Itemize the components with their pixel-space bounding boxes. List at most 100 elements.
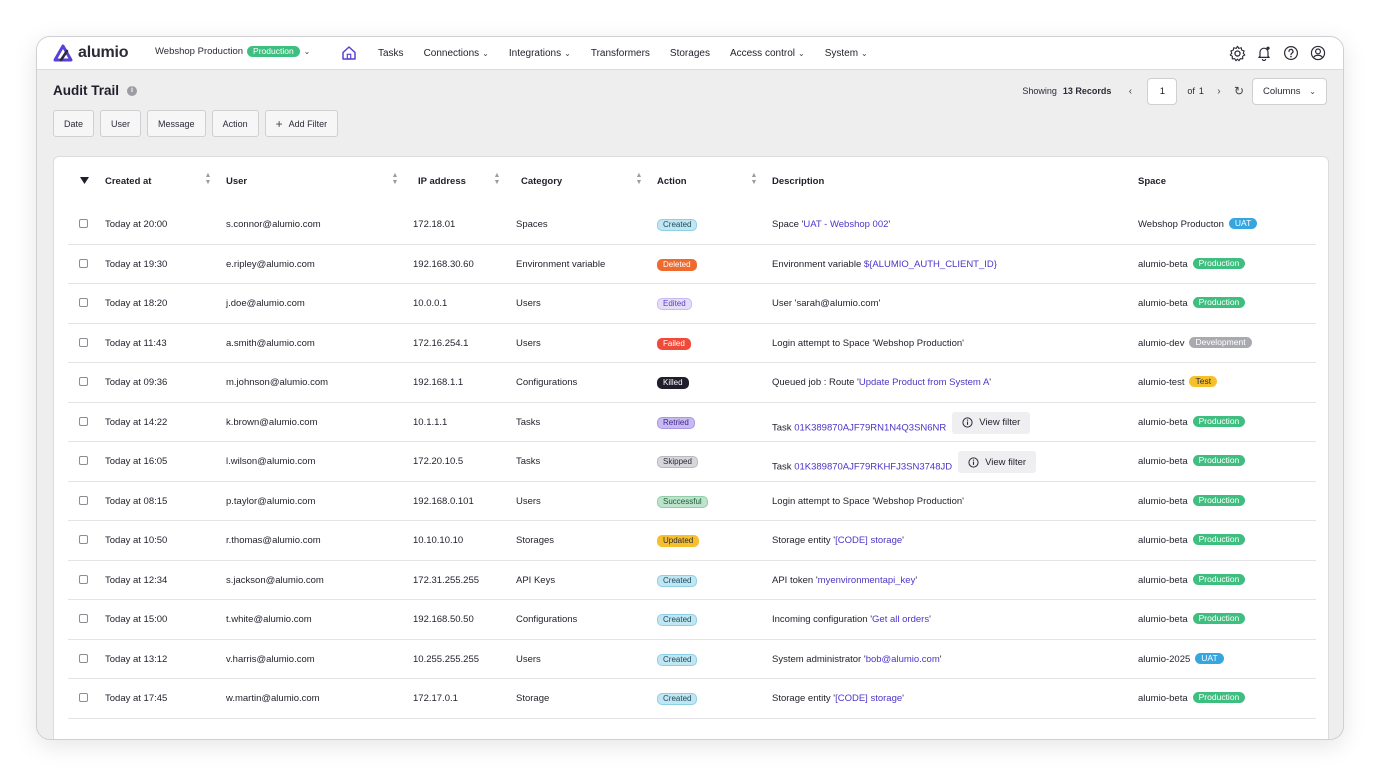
nav-item-transformers[interactable]: Transformers — [591, 48, 650, 59]
bell-icon[interactable] — [1255, 44, 1273, 62]
nav-item-storages[interactable]: Storages — [670, 48, 710, 59]
space-cell: alumio-2025 UAT — [1138, 652, 1224, 665]
main-nav: Tasks Connections ⌄ Integrations ⌄ Transforme… — [378, 37, 888, 70]
row-checkbox[interactable] — [79, 456, 88, 465]
description-text: ' — [902, 693, 904, 704]
description-link[interactable]: 01K389870AJF79RN1N4Q3SN6NR — [794, 422, 946, 433]
description-text: ' — [939, 653, 942, 665]
description-link[interactable]: Update Product from System A — [859, 377, 989, 388]
row-checkbox[interactable] — [79, 337, 88, 347]
nav-item-connections[interactable]: Connections ⌄ — [424, 48, 489, 59]
filter-message-button[interactable]: Message — [147, 110, 206, 137]
row-checkbox[interactable] — [79, 298, 88, 307]
filter-action-button[interactable]: Action — [211, 110, 259, 137]
previous-page-icon[interactable]: ‹ — [1123, 86, 1137, 97]
table-row[interactable]: Today at 13:12 v.harris@alumio.com 10.255.… — [68, 640, 1316, 679]
alumio-logo[interactable]: alumio — [53, 44, 129, 62]
space-badge: UAT — [1195, 652, 1224, 664]
row-checkbox[interactable] — [79, 653, 88, 663]
action-badge: Killed — [657, 377, 689, 389]
action-badge: Created — [657, 614, 698, 626]
table-row[interactable]: Today at 08:15 p.taylor@alumio.com 192.168… — [68, 482, 1316, 521]
action-badge: Successful — [657, 495, 708, 508]
description-link[interactable]: ${ALUMIO_AUTH_CLIENT_ID} — [864, 259, 997, 270]
records-count: 13 Records — [1062, 86, 1112, 96]
sort-icon[interactable]: ▲ ▼ — [634, 172, 644, 186]
table-row[interactable]: Today at 20:00 s.connor@alumio.com 172.18.… — [68, 205, 1316, 245]
user-icon[interactable] — [1309, 44, 1327, 62]
nav-item-system[interactable]: System ⌄ — [825, 48, 868, 59]
row-checkbox[interactable] — [79, 535, 88, 544]
description-link[interactable]: bob@alumio.com — [866, 654, 940, 665]
table-row[interactable]: Today at 19:30 e.ripley@alumio.com 192.168… — [68, 245, 1316, 284]
row-checkbox[interactable] — [79, 416, 88, 426]
table-row[interactable]: Today at 16:05 l.wilson@alumio.com 172.20.… — [68, 442, 1316, 482]
table-row[interactable]: Today at 09:36 m.johnson@alumio.com 192.16… — [68, 363, 1316, 403]
row-checkbox[interactable] — [79, 614, 88, 623]
space-badge: Production — [1192, 692, 1246, 703]
columns-dropdown[interactable]: Columns ⌄ — [1252, 77, 1327, 105]
view-filter-button[interactable]: View filter — [952, 411, 1031, 434]
description-link[interactable]: UAT - Webshop 002 — [803, 219, 888, 230]
next-page-icon[interactable]: › — [1212, 86, 1226, 97]
settings-icon[interactable] — [1228, 44, 1246, 62]
filter-date-button[interactable]: Date — [53, 110, 95, 137]
description-link[interactable]: [CODE] storage — [835, 693, 902, 704]
space-badge: Production — [1192, 613, 1246, 624]
description-link[interactable]: myenvironmentapi_key — [818, 575, 916, 586]
header-category[interactable]: Category — [521, 176, 562, 187]
row-checkbox[interactable] — [79, 495, 88, 505]
sort-icon[interactable]: ▲ ▼ — [203, 172, 213, 186]
table-row[interactable]: Today at 15:00 t.white@alumio.com 192.168.… — [68, 600, 1316, 640]
table-row[interactable]: Today at 14:22 k.brown@alumio.com 10.1.1.1… — [68, 403, 1316, 442]
row-checkbox[interactable] — [79, 219, 88, 228]
home-button[interactable] — [341, 45, 357, 66]
sort-icon[interactable]: ▲ ▼ — [492, 172, 502, 186]
environment-selector[interactable]: Webshop Production Production ⌄ — [155, 46, 310, 57]
collapse-all-icon[interactable] — [80, 177, 89, 184]
row-checkbox[interactable] — [79, 377, 88, 386]
space-badge: Development — [1189, 336, 1252, 348]
nav-item-access-control[interactable]: Access control ⌄ — [730, 48, 805, 59]
filter-user-button[interactable]: User — [100, 110, 142, 137]
description-text: Task — [772, 461, 795, 473]
space-badge: Production — [1192, 257, 1246, 269]
info-icon[interactable]: i — [127, 85, 138, 96]
table-row[interactable]: Today at 10:50 r.thomas@alumio.com 10.10.1… — [68, 521, 1316, 561]
table-row[interactable]: Today at 12:34 s.jackson@alumio.com 172.31… — [68, 561, 1316, 600]
view-filter-button[interactable]: View filter — [958, 451, 1037, 473]
space-cell: alumio-beta Production — [1138, 455, 1246, 467]
description-link[interactable]: [CODE] storage — [835, 535, 902, 546]
header-action[interactable]: Action — [657, 176, 687, 187]
description-link[interactable]: Get all orders — [872, 614, 929, 625]
add-filter-button[interactable]: + Add Filter — [264, 110, 339, 137]
header-space: Space — [1138, 176, 1166, 187]
page-number-input[interactable] — [1147, 77, 1178, 105]
table-row[interactable]: Today at 18:20 j.doe@alumio.com 10.0.0.1 Us… — [68, 284, 1316, 324]
sort-icon[interactable]: ▲ ▼ — [749, 172, 759, 186]
refresh-icon[interactable]: ↻ — [1234, 84, 1244, 98]
row-checkbox[interactable] — [79, 258, 88, 268]
header-ip-address[interactable]: IP address — [418, 176, 466, 187]
nav-item-integrations[interactable]: Integrations ⌄ — [509, 48, 571, 59]
chevron-down-icon: ⌄ — [303, 47, 311, 56]
table-row[interactable]: Today at 17:45 w.martin@alumio.com 172.17.… — [68, 679, 1316, 719]
sort-icon[interactable]: ▲ ▼ — [390, 172, 400, 186]
showing-label: Showing — [1022, 86, 1057, 96]
description-text: Environment variable — [772, 258, 864, 270]
space-name: alumio-beta — [1138, 258, 1188, 270]
category-cell: Users — [516, 495, 541, 507]
row-checkbox[interactable] — [79, 574, 88, 584]
user-cell: r.thomas@alumio.com — [226, 535, 321, 546]
table-header: Created at ▲ ▼ User ▲ ▼ IP address ▲ ▼ Cate… — [54, 157, 1328, 205]
row-checkbox[interactable] — [79, 693, 88, 702]
table-row[interactable]: Today at 11:43 a.smith@alumio.com 172.16.2… — [68, 324, 1316, 363]
header-created-at[interactable]: Created at — [105, 176, 151, 187]
help-icon[interactable] — [1282, 44, 1300, 62]
page-header: Audit Trail i — [53, 83, 138, 98]
description-link[interactable]: 01K389870AJF79RKHFJ3SN3748JD — [794, 462, 952, 473]
space-cell: alumio-beta Production — [1138, 692, 1246, 704]
nav-item-tasks[interactable]: Tasks — [378, 48, 404, 59]
chevron-down-icon: ⌄ — [564, 49, 571, 58]
header-user[interactable]: User — [226, 176, 247, 187]
